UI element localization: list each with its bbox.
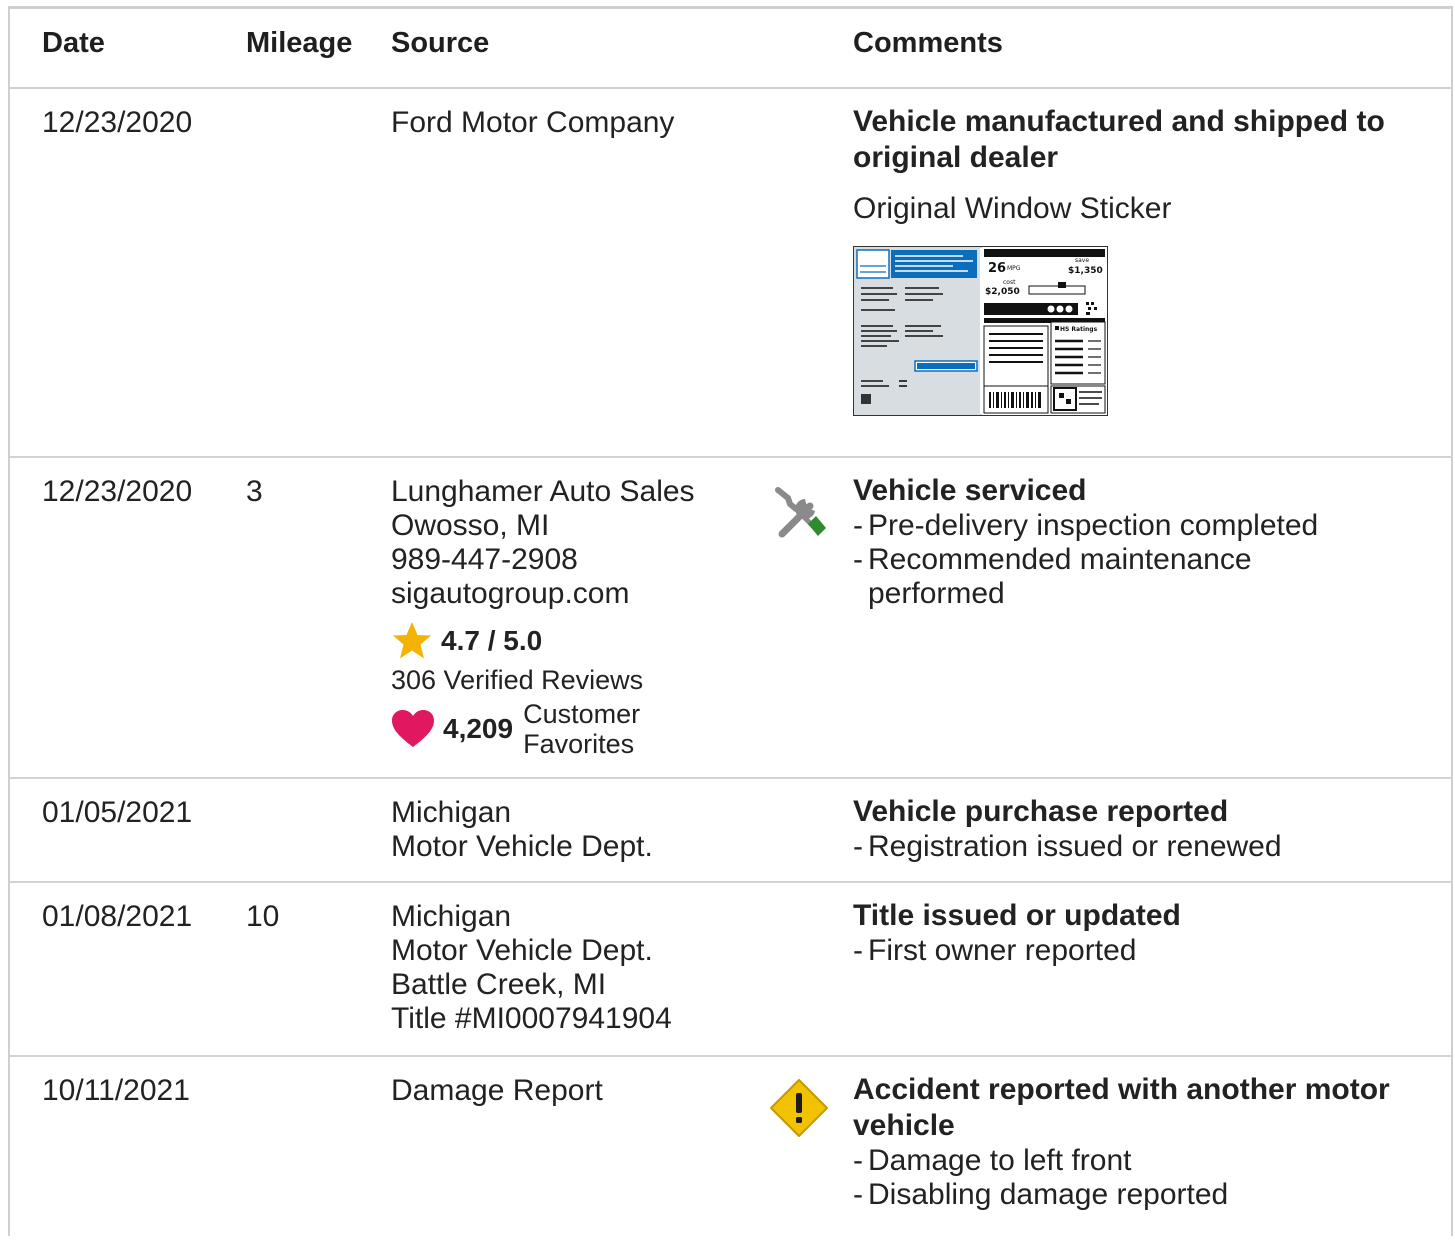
event-detail: Registration issued or renewed — [853, 830, 1433, 864]
verified-reviews-link[interactable]: 306 Verified Reviews — [391, 663, 695, 697]
event-title: Vehicle purchase reported — [853, 795, 1229, 828]
table-row: 12/23/2020 3 Lunghamer Auto Sales Owosso… — [10, 458, 1451, 779]
history-table: Date Mileage Source Comments 12/23/2020 … — [8, 6, 1453, 1236]
row-source: Ford Motor Company — [391, 106, 674, 140]
event-title: Title issued or updated — [853, 899, 1181, 932]
star-icon — [393, 622, 431, 659]
row-comments: Accident reported with another motor veh… — [853, 1072, 1433, 1212]
sticker-save-label: save — [1075, 257, 1089, 264]
favorites-count: 4,209 — [443, 713, 514, 744]
title-number: Title #MI0007941904 — [391, 1002, 672, 1035]
row-source: Michigan Motor Vehicle Dept. Battle Cree… — [391, 900, 672, 1036]
sticker-mpg: 26 — [988, 261, 1006, 276]
source-line: Battle Creek, MI — [391, 968, 607, 1001]
header-source: Source — [391, 27, 490, 59]
customer-favorites: 4,209 Customer Favorites — [391, 699, 695, 759]
row-comments: Vehicle purchase reported Registration i… — [853, 794, 1433, 864]
source-line: Michigan — [391, 796, 512, 829]
header-comments: Comments — [853, 27, 1003, 59]
row-source: Lunghamer Auto Sales Owosso, MI 989-447-… — [391, 475, 695, 759]
source-line: Owosso, MI — [391, 509, 550, 542]
heart-icon — [392, 710, 434, 747]
rating-value: 4.7 / 5.0 — [441, 625, 543, 656]
sticker-save: $1,350 — [1068, 266, 1103, 276]
table-row: 12/23/2020 Ford Motor Company Vehicle ma… — [10, 89, 1451, 458]
dealer-website-link[interactable]: sigautogroup.com — [391, 577, 695, 611]
table-row: 01/05/2021 Michigan Motor Vehicle Dept. … — [10, 779, 1451, 883]
event-detail: Recommended maintenance performed — [853, 543, 1288, 611]
source-line: Motor Vehicle Dept. — [391, 934, 653, 967]
row-comments: Vehicle serviced Pre-delivery inspection… — [853, 473, 1433, 611]
table-row: 10/11/2021 Damage Report Accident report… — [10, 1057, 1451, 1257]
source-line: Michigan — [391, 900, 512, 933]
event-title: Vehicle serviced — [853, 474, 1087, 507]
row-source: Damage Report — [391, 1074, 603, 1108]
event-title: Accident reported with another motor veh… — [853, 1073, 1390, 1142]
service-tools-icon — [768, 482, 830, 544]
window-sticker-label: Original Window Sticker — [853, 192, 1172, 225]
row-mileage: 10 — [246, 900, 280, 933]
window-sticker-thumbnail[interactable]: 26 MPG save $1,350 cost $2,050 HS Rating… — [852, 245, 1109, 417]
row-comments: Title issued or updated First owner repo… — [853, 898, 1433, 968]
row-date: 01/05/2021 — [42, 796, 193, 829]
header-mileage: Mileage — [246, 27, 353, 59]
source-line: 989-447-2908 — [391, 543, 578, 576]
row-source: Michigan Motor Vehicle Dept. — [391, 796, 653, 864]
row-date: 01/08/2021 — [42, 900, 193, 933]
source-line: Ford Motor Company — [391, 106, 675, 139]
row-date: 10/11/2021 — [42, 1074, 190, 1107]
event-detail: Disabling damage reported — [853, 1178, 1433, 1212]
row-comments: Vehicle manufactured and shipped to orig… — [852, 104, 1433, 424]
event-title: Vehicle manufactured and shipped to orig… — [853, 105, 1385, 174]
warning-icon — [768, 1077, 830, 1139]
dealer-rating[interactable]: 4.7 / 5.0 — [391, 621, 695, 661]
header-date: Date — [42, 27, 105, 59]
sticker-cost-label: cost — [1003, 279, 1016, 286]
row-mileage: 3 — [246, 475, 263, 508]
event-detail: Damage to left front — [853, 1144, 1433, 1178]
favorites-label: Customer Favorites — [523, 699, 641, 759]
sticker-cost: $2,050 — [985, 287, 1020, 297]
table-header: Date Mileage Source Comments — [10, 9, 1451, 89]
source-line: Lunghamer Auto Sales — [391, 475, 695, 508]
row-date: 12/23/2020 — [42, 475, 193, 508]
sticker-mpg-unit: MPG — [1007, 265, 1021, 272]
source-line: Damage Report — [391, 1074, 603, 1107]
event-detail: Pre-delivery inspection completed — [853, 509, 1433, 543]
row-date: 12/23/2020 — [42, 106, 193, 139]
table-row: 01/08/2021 10 Michigan Motor Vehicle Dep… — [10, 883, 1451, 1057]
sticker-ratings-label: HS Ratings — [1060, 326, 1098, 333]
source-line: Motor Vehicle Dept. — [391, 830, 653, 863]
event-detail: First owner reported — [853, 934, 1433, 968]
